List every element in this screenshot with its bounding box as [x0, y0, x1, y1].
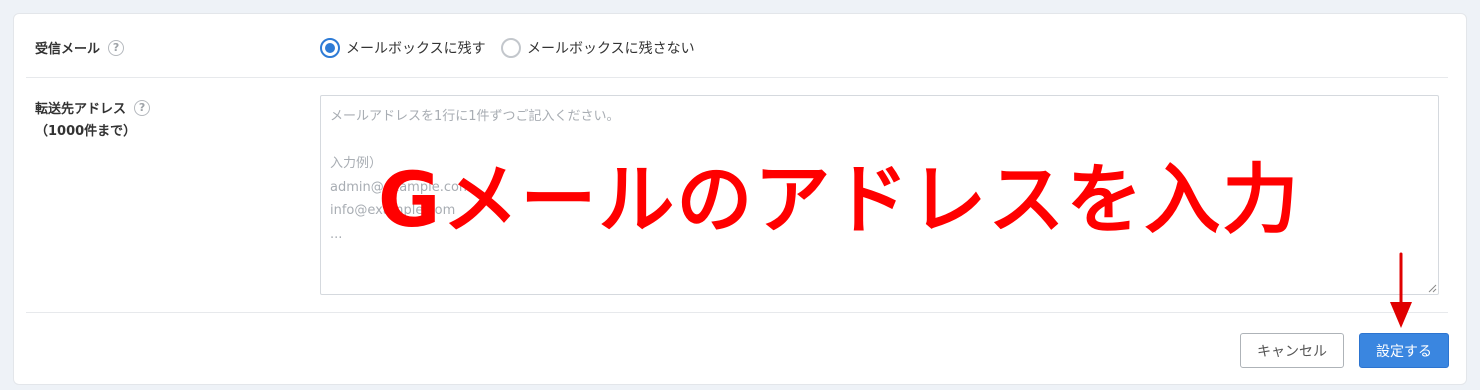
help-icon[interactable]: ?	[134, 99, 151, 116]
radio-selected-icon[interactable]	[320, 38, 340, 58]
help-icon[interactable]: ?	[108, 39, 125, 56]
save-button[interactable]: 設定する	[1359, 333, 1449, 368]
radio-keep-in-mailbox[interactable]: メールボックスに残す	[320, 38, 486, 58]
row-divider	[26, 77, 1448, 78]
receive-mail-label-row: 受信メール ?	[35, 38, 125, 57]
annotation-arrow-icon	[1390, 252, 1412, 328]
forward-address-label: 転送先アドレス	[35, 102, 127, 117]
radio-keep-label: メールボックスに残す	[346, 41, 486, 57]
receive-mail-label: 受信メール	[35, 42, 101, 57]
radio-do-not-keep-label: メールボックスに残さない	[527, 41, 695, 57]
annotation-text: Gメールのアドレスを入力	[378, 155, 1301, 244]
resize-grip-icon[interactable]	[1427, 283, 1437, 293]
radio-do-not-keep[interactable]: メールボックスに残さない	[501, 38, 695, 58]
row-divider	[26, 312, 1448, 313]
radio-unselected-icon[interactable]	[501, 38, 521, 58]
cancel-button[interactable]: キャンセル	[1240, 333, 1344, 368]
forward-address-limit-label: （1000件まで）	[35, 124, 137, 139]
forward-address-label-row: 転送先アドレス ?	[35, 98, 151, 117]
